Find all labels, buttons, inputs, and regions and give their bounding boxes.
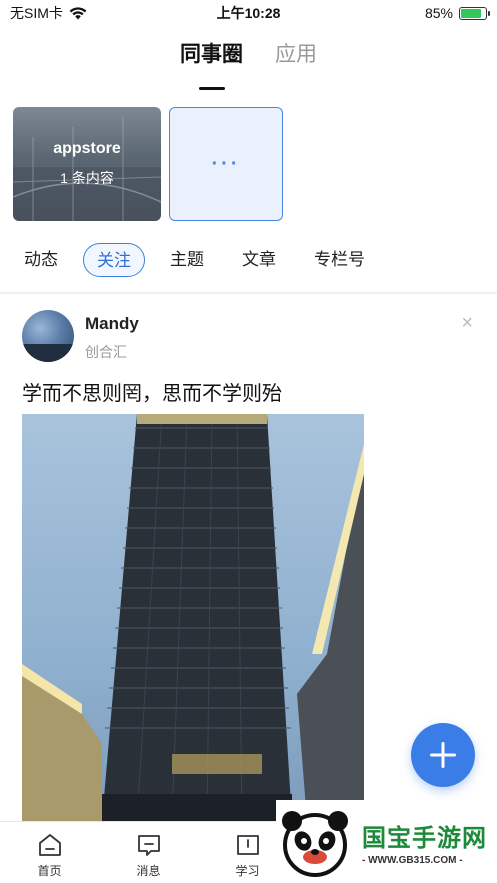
tab-colleague-circle[interactable]: 同事圈: [180, 38, 243, 78]
message-icon: [137, 835, 160, 856]
post-image[interactable]: [22, 414, 364, 821]
battery-icon: [459, 6, 490, 20]
post-author[interactable]: Mandy: [85, 314, 139, 334]
avatar[interactable]: [22, 310, 74, 362]
feed-filter-tabs: 动态 关注 主题 文章 专栏号: [0, 242, 497, 278]
post-organization: 创合汇: [85, 344, 127, 360]
card-background-image: [13, 117, 161, 221]
close-icon[interactable]: ×: [461, 312, 473, 335]
battery-percent: 85%: [424, 5, 453, 21]
watermark-logo: 国宝手游网 - WWW.GB315.COM -: [276, 800, 497, 883]
post-text: 学而不思则罔，思而不学则殆: [22, 383, 282, 405]
home-icon: [38, 834, 61, 856]
nav-learning-label: 学习: [235, 864, 260, 878]
appstore-card[interactable]: appstore 1 条内容: [13, 107, 161, 221]
nav-home-label: 首页: [37, 864, 62, 878]
tab-apps[interactable]: 应用: [275, 38, 317, 78]
plus-icon: [430, 742, 456, 768]
status-right: 85%: [424, 5, 490, 21]
nav-home[interactable]: 首页: [0, 822, 99, 883]
watermark-title: 国宝手游网: [362, 824, 487, 852]
top-tabs: 同事圈 应用: [0, 38, 497, 78]
battery-fill: [461, 8, 482, 18]
building-photo: [22, 414, 364, 821]
nav-messages[interactable]: 消息: [99, 822, 198, 883]
watermark-text: 国宝手游网 - WWW.GB315.COM -: [362, 818, 487, 866]
carrier-label: 无SIM卡: [10, 5, 63, 21]
appstore-card-title: appstore: [53, 140, 121, 157]
tab-columns[interactable]: 专栏号: [301, 243, 378, 277]
tab-articles[interactable]: 文章: [229, 243, 289, 277]
wifi-icon: [69, 6, 87, 19]
tab-dynamics[interactable]: 动态: [11, 243, 71, 277]
nav-messages-label: 消息: [136, 864, 161, 878]
status-bar: 无SIM卡 上午10:28 85%: [0, 0, 497, 26]
watermark-url: - WWW.GB315.COM -: [362, 854, 463, 866]
more-card[interactable]: ···: [169, 107, 283, 221]
status-left: 无SIM卡: [10, 3, 87, 23]
channel-cards: appstore 1 条内容 ···: [13, 107, 283, 221]
compose-button[interactable]: [411, 723, 475, 787]
book-icon: [236, 835, 259, 855]
appstore-card-subtitle: 1 条内容: [60, 170, 114, 186]
tab-topics[interactable]: 主题: [157, 243, 217, 277]
more-dots-icon: ···: [211, 152, 241, 175]
panda-icon: [282, 810, 348, 877]
tab-following[interactable]: 关注: [83, 243, 145, 277]
